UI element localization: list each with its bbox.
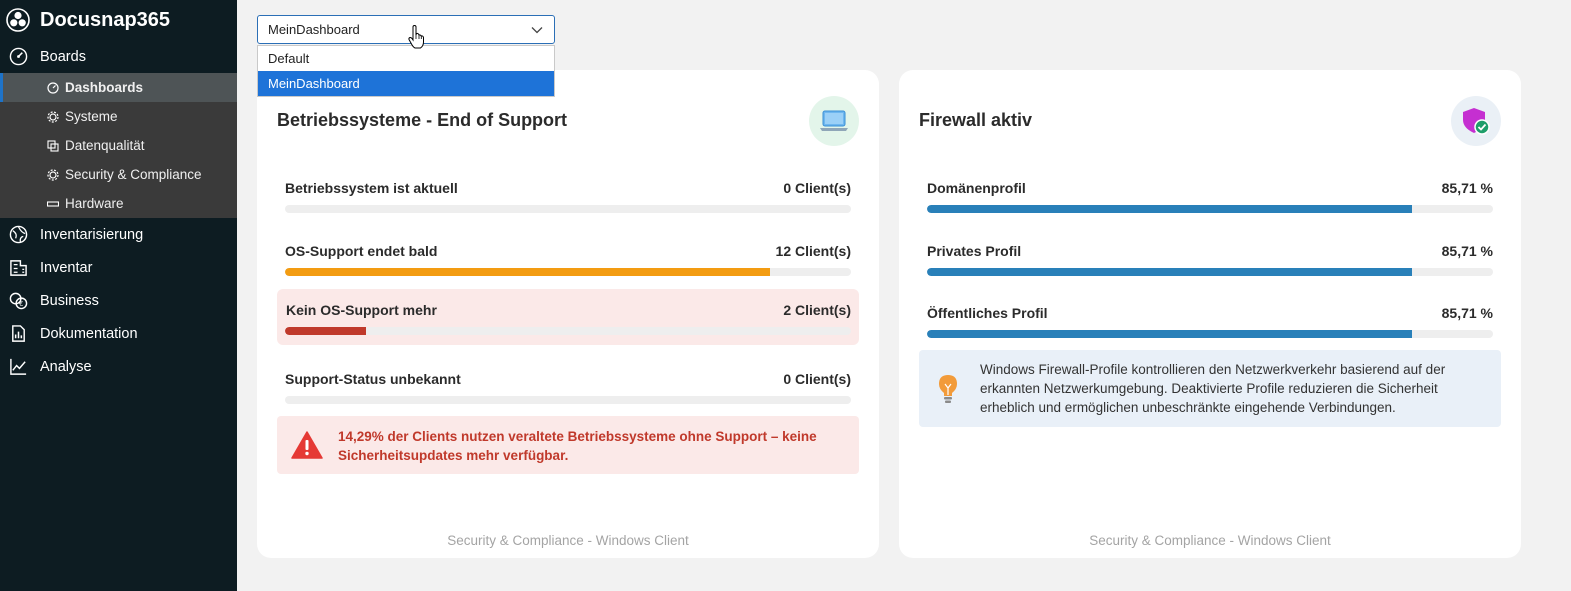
os-row-current-track [285, 205, 851, 213]
os-row-no-support-track [285, 327, 851, 335]
nav-dashboards-label: Dashboards [65, 80, 144, 95]
nav-inventarisierung[interactable]: Inventarisierung [0, 218, 237, 251]
building-icon [8, 258, 28, 278]
dashboard-select-menu: Default MeinDashboard [257, 45, 555, 97]
fw-row-domain-track [927, 205, 1493, 213]
gear-icon [46, 110, 59, 123]
dashboard-option-meindashboard[interactable]: MeinDashboard [258, 71, 554, 96]
os-row-unknown-track [285, 396, 851, 404]
os-row-no-support: Kein OS-Support mehr 2 Client(s) [277, 289, 859, 345]
fw-info-text: Windows Firewall-Profile kontrollieren d… [980, 362, 1446, 415]
nav-business[interactable]: € Business [0, 284, 237, 317]
os-alert-text: 14,29% der Clients nutzen veraltete Betr… [338, 429, 817, 463]
nav-datenqualitaet-label: Datenqualität [65, 138, 145, 153]
lightbulb-icon [939, 375, 957, 403]
os-row-no-support-value: 2 Client(s) [783, 302, 851, 318]
dashboard-select-value: MeinDashboard [268, 22, 360, 37]
fw-row-domain-fill [927, 205, 1413, 213]
nav-business-label: Business [40, 292, 99, 309]
card-os-title: Betriebssysteme - End of Support [277, 110, 568, 130]
nav-inventar[interactable]: Inventar [0, 251, 237, 284]
chevron-down-icon [531, 27, 543, 34]
nav-datenqualitaet[interactable]: Datenqualität [0, 131, 237, 160]
dashboard-select[interactable]: MeinDashboard [257, 15, 555, 44]
nav-systeme-label: Systeme [65, 109, 118, 124]
nav-hardware-label: Hardware [65, 196, 124, 211]
card-os-footer: Security & Compliance - Windows Client [447, 533, 689, 548]
nav-systeme[interactable]: Systeme [0, 102, 237, 131]
sidebar: Docusnap365 Boards Dashboards Systeme Da… [0, 0, 237, 591]
gear-icon [46, 168, 59, 181]
nav-boards[interactable]: Boards [0, 40, 237, 73]
os-row-unknown: Support-Status unbekannt 0 Client(s) [277, 361, 859, 417]
nav-hardware[interactable]: Hardware [0, 189, 237, 218]
nav-inventar-label: Inventar [40, 259, 93, 276]
svg-text:€: € [18, 300, 22, 308]
fw-row-public: Öffentliches Profil 85,71 % [919, 295, 1501, 351]
os-row-ending-soon-track [285, 268, 851, 276]
nav-security-compliance-label: Security & Compliance [65, 167, 202, 182]
card-fw-footer: Security & Compliance - Windows Client [1089, 533, 1331, 548]
os-row-unknown-label: Support-Status unbekannt [285, 371, 461, 387]
shield-check-icon [1451, 96, 1501, 146]
card-os-end-of-support: Betriebssysteme - End of Support Betrieb… [257, 70, 879, 558]
fw-row-private-track [927, 268, 1493, 276]
fw-row-domain-value: 85,71 % [1441, 180, 1493, 196]
line-chart-icon [8, 357, 28, 377]
os-row-ending-soon-label: OS-Support endet bald [285, 243, 438, 259]
fw-row-private-value: 85,71 % [1441, 243, 1493, 259]
globe-icon [8, 225, 28, 245]
gauge-icon [8, 47, 28, 67]
card-firewall: Firewall aktiv Domänenprofil 85,71 % Pri… [899, 70, 1521, 558]
os-row-current: Betriebssystem ist aktuell 0 Client(s) [277, 170, 859, 226]
os-row-no-support-label: Kein OS-Support mehr [286, 302, 437, 318]
nav-dokumentation[interactable]: Dokumentation [0, 317, 237, 350]
gauge-icon [46, 81, 59, 94]
os-row-ending-soon: OS-Support endet bald 12 Client(s) [277, 233, 859, 289]
os-row-ending-soon-value: 12 Client(s) [775, 243, 851, 259]
os-row-current-value: 0 Client(s) [783, 180, 851, 196]
nav-analyse[interactable]: Analyse [0, 350, 237, 383]
fw-row-domain: Domänenprofil 85,71 % [919, 170, 1501, 226]
fw-info: Windows Firewall-Profile kontrollieren d… [919, 350, 1501, 427]
card-fw-title: Firewall aktiv [919, 110, 1033, 130]
docusnap-logo-icon [6, 8, 30, 32]
nav-security-compliance[interactable]: Security & Compliance [0, 160, 237, 189]
document-chart-icon [8, 324, 28, 344]
fw-row-private: Privates Profil 85,71 % [919, 233, 1501, 289]
fw-row-private-fill [927, 268, 1413, 276]
fw-row-domain-label: Domänenprofil [927, 180, 1026, 196]
laptop-icon [809, 96, 859, 146]
nav-analyse-label: Analyse [40, 358, 92, 375]
os-row-ending-soon-fill [285, 268, 771, 276]
nav-dashboards[interactable]: Dashboards [0, 73, 237, 102]
nav-inventarisierung-label: Inventarisierung [40, 226, 144, 243]
hand-pointer-icon [408, 25, 424, 49]
rectangle-icon [46, 197, 59, 210]
os-alert: 14,29% der Clients nutzen veraltete Betr… [277, 416, 859, 474]
os-row-no-support-fill [285, 327, 366, 335]
brand[interactable]: Docusnap365 [0, 0, 237, 40]
fw-row-public-track [927, 330, 1493, 338]
nav-boards-label: Boards [40, 48, 86, 65]
copy-icon [46, 139, 59, 152]
coins-icon: € [8, 291, 28, 311]
os-row-unknown-value: 0 Client(s) [783, 371, 851, 387]
dashboard-option-default[interactable]: Default [258, 46, 554, 71]
nav-dokumentation-label: Dokumentation [40, 325, 138, 342]
fw-row-public-label: Öffentliches Profil [927, 305, 1048, 321]
warning-icon [291, 431, 323, 459]
fw-row-private-label: Privates Profil [927, 243, 1022, 259]
fw-row-public-fill [927, 330, 1413, 338]
boards-submenu: Dashboards Systeme Datenqualität Securit… [0, 73, 237, 218]
os-row-current-label: Betriebssystem ist aktuell [285, 180, 458, 196]
app-title: Docusnap365 [40, 8, 171, 31]
fw-row-public-value: 85,71 % [1441, 305, 1493, 321]
